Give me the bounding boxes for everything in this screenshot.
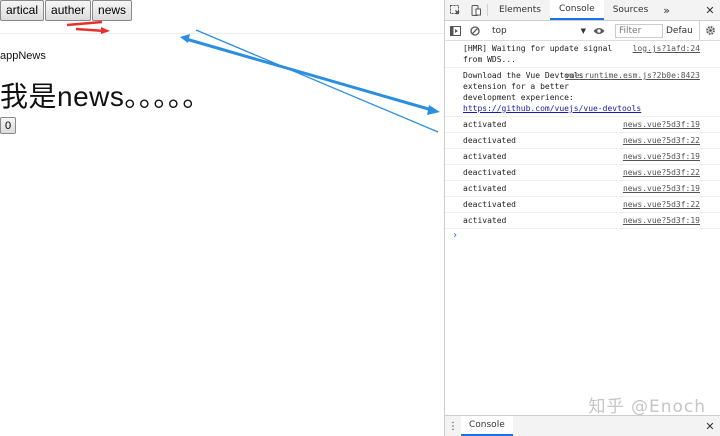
- console-message: activated news.vue?5d3f:19: [445, 149, 720, 165]
- message-source-link[interactable]: news.vue?5d3f:19: [623, 151, 700, 162]
- eye-icon[interactable]: [589, 27, 609, 35]
- device-toolbar-icon[interactable]: [465, 0, 485, 20]
- page-title: 我是news。。。。。: [0, 81, 211, 112]
- console-message: Download the Vue Devtools extension for …: [445, 68, 720, 117]
- nav-artical-button[interactable]: artical: [0, 0, 45, 21]
- console-messages: [HMR] Waiting for update signal from WDS…: [445, 41, 720, 416]
- console-message: activated news.vue?5d3f:19: [445, 117, 720, 133]
- drawer-bar: ⋮ Console ✕: [445, 415, 720, 436]
- message-source-link[interactable]: news.vue?5d3f:22: [623, 135, 700, 146]
- context-select-value: top: [492, 25, 507, 36]
- chevron-down-icon: ▼: [580, 26, 586, 35]
- tab-separator: [487, 4, 488, 16]
- inspect-element-icon[interactable]: [445, 0, 465, 20]
- tab-elements[interactable]: Elements: [490, 0, 550, 20]
- nav-auther-button[interactable]: auther: [45, 0, 92, 21]
- message-source-link[interactable]: news.vue?5d3f:22: [623, 199, 700, 210]
- console-message: deactivated news.vue?5d3f:22: [445, 165, 720, 181]
- console-toolbar: top ▼ Defau: [445, 21, 720, 41]
- watermark: 知乎 @Enoch: [588, 397, 706, 417]
- console-message: activated news.vue?5d3f:19: [445, 181, 720, 197]
- tab-sources[interactable]: Sources: [604, 0, 658, 20]
- nav-bar: artical auther news: [0, 0, 133, 21]
- context-select[interactable]: top ▼: [489, 23, 589, 38]
- app-name-label: appNews: [0, 50, 46, 62]
- filter-input[interactable]: [615, 23, 663, 38]
- counter-button[interactable]: 0: [0, 117, 16, 134]
- devtools-link[interactable]: https://github.com/vuejs/vue-devtools: [463, 104, 641, 113]
- nav-news-button[interactable]: news: [92, 0, 133, 21]
- more-tabs-icon[interactable]: »: [657, 0, 676, 20]
- console-message: deactivated news.vue?5d3f:22: [445, 133, 720, 149]
- clear-console-icon[interactable]: [465, 25, 485, 36]
- message-source-link[interactable]: news.vue?5d3f:19: [623, 183, 700, 194]
- drawer-tab-console[interactable]: Console: [461, 416, 513, 436]
- devtools-panel: Elements Console Sources » ✕ top ▼ Defau…: [444, 0, 720, 436]
- console-prompt[interactable]: ›: [445, 229, 720, 241]
- message-source-link[interactable]: log.js?1afd:24: [633, 43, 700, 54]
- app-page: artical auther news appNews 我是news。。。。。 …: [0, 0, 444, 436]
- console-message: activated news.vue?5d3f:19: [445, 213, 720, 229]
- message-source-link[interactable]: vue.runtime.esm.js?2b0e:8423: [565, 70, 700, 81]
- devtools-tab-bar: Elements Console Sources » ✕: [445, 0, 720, 21]
- drawer-close-icon[interactable]: ✕: [700, 420, 720, 433]
- message-source-link[interactable]: news.vue?5d3f:19: [623, 215, 700, 226]
- gear-icon[interactable]: [699, 21, 720, 40]
- tab-console[interactable]: Console: [549, 0, 604, 20]
- message-source-link[interactable]: news.vue?5d3f:19: [623, 119, 700, 130]
- drawer-menu-icon[interactable]: ⋮: [445, 421, 461, 432]
- message-source-link[interactable]: news.vue?5d3f:22: [623, 167, 700, 178]
- console-message: [HMR] Waiting for update signal from WDS…: [445, 41, 720, 68]
- close-icon[interactable]: ✕: [700, 0, 720, 20]
- console-message: deactivated news.vue?5d3f:22: [445, 197, 720, 213]
- sidebar-toggle-icon[interactable]: [445, 25, 465, 36]
- levels-select[interactable]: Defau: [666, 26, 693, 36]
- divider: [0, 33, 444, 34]
